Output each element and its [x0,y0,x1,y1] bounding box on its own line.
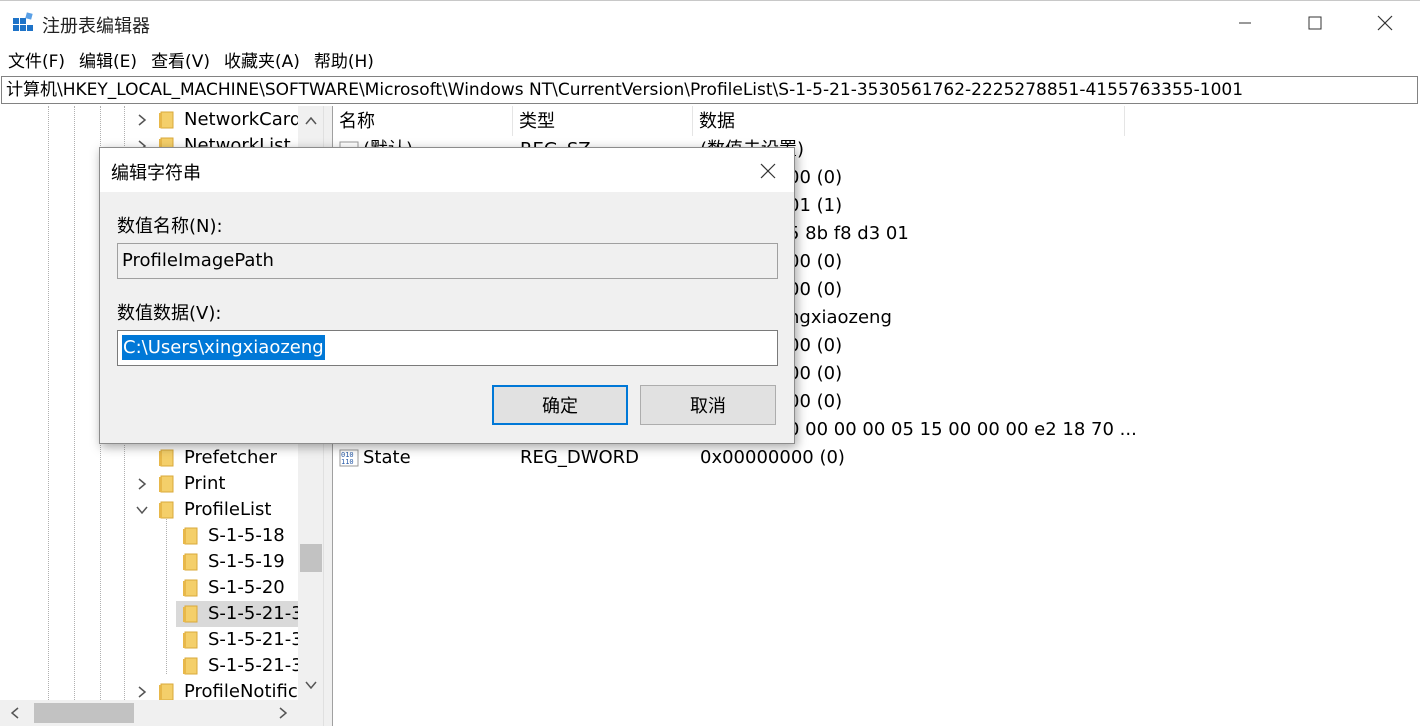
scroll-up-button[interactable] [298,108,323,134]
selected-text: C:\Users\xingxiaozeng [122,335,325,360]
tree-item-profilelist[interactable]: ProfileList [0,497,298,523]
close-button[interactable] [1350,1,1420,45]
folder-icon [183,657,198,675]
column-header-name[interactable]: 名称 [333,106,513,136]
svg-text:110: 110 [341,458,354,466]
maximize-button[interactable] [1280,1,1350,45]
close-icon [1377,15,1393,31]
tree-item-s-1-5-21[interactable]: S-1-5-21-3 [0,653,303,679]
window-title: 注册表编辑器 [42,16,150,37]
folder-icon [183,527,198,545]
tree-item-label: S-1-5-21-3 [208,603,303,624]
value-data: ngxiaozeng [788,307,892,328]
folder-icon [183,553,198,571]
value-data: 0 00 00 00 05 15 00 00 00 e2 18 70 ... [788,419,1137,440]
value-data: 00 (0) [788,391,843,412]
scroll-thumb[interactable] [34,703,134,723]
tree-item-label: S-1-5-21-3 [208,655,303,676]
column-header-data[interactable]: 数据 [693,106,1125,136]
value-data-input[interactable]: C:\Users\xingxiaozeng [117,330,778,366]
value-data-label: 数值数据(V): [117,303,222,324]
folder-icon [159,449,174,467]
tree-item-s-1-5-19[interactable]: S-1-5-19 [0,549,298,575]
chevron-down-icon [305,681,317,689]
value-data: 00 (0) [788,167,843,188]
value-data: 0x00000000 (0) [700,447,845,468]
folder-icon [183,605,198,623]
tree-item-label: S-1-5-19 [208,551,285,572]
chevron-left-icon [11,707,19,719]
tree-item-label: Print [184,473,226,494]
value-name-field: ProfileImagePath [117,243,778,279]
ok-button[interactable]: 确定 [492,385,628,425]
tree-item-s-1-5-18[interactable]: S-1-5-18 [0,523,298,549]
menu-view[interactable]: 查看(V) [151,47,210,72]
folder-icon [159,475,174,493]
tree-item-label: S-1-5-18 [208,525,285,546]
tree-item-label: S-1-5-20 [208,577,285,598]
scroll-thumb[interactable] [300,544,322,572]
value-name: State [363,447,411,468]
folder-icon [159,111,174,129]
value-name-label: 数值名称(N): [117,216,223,237]
value-data: 00 (0) [788,335,843,356]
close-icon [760,163,776,179]
chevron-down-icon[interactable] [134,497,150,523]
chevron-right-icon[interactable] [134,107,150,133]
tree-item-label: Prefetcher [184,447,277,468]
folder-open-icon [159,501,174,519]
chevron-right-icon [279,707,287,719]
registry-editor-icon [13,12,33,31]
maximize-icon [1308,16,1322,30]
address-bar[interactable]: 计算机\HKEY_LOCAL_MACHINE\SOFTWARE\Microsof… [1,76,1418,104]
tree-item-print[interactable]: Print [0,471,298,497]
folder-icon [183,631,198,649]
list-header: 名称 类型 数据 [333,106,1420,136]
value-data: 5 8b f8 d3 01 [788,223,909,244]
cancel-button[interactable]: 取消 [640,385,776,425]
menu-help[interactable]: 帮助(H) [314,47,374,72]
menu-bar: 文件(F) 编辑(E) 查看(V) 收藏夹(A) 帮助(H) [0,44,1420,74]
folder-icon [159,683,174,701]
column-header-type[interactable]: 类型 [513,106,693,136]
scroll-left-button[interactable] [2,700,28,726]
tree-item-s-1-5-21-selected[interactable]: S-1-5-21-3 [0,601,303,627]
minimize-button[interactable] [1210,1,1280,45]
tree-item-s-1-5-21[interactable]: S-1-5-21-3 [0,627,303,653]
chevron-up-icon [305,117,317,125]
value-type: REG_DWORD [520,447,640,468]
list-row-state[interactable]: 010 110 State REG_DWORD 0x00000000 (0) [333,444,1420,472]
scroll-right-button[interactable] [270,700,296,726]
title-bar: 注册表编辑器 [0,0,1420,44]
tree-item-prefetcher[interactable]: Prefetcher [0,445,298,471]
dialog-close-button[interactable] [750,156,786,186]
dialog-title-bar[interactable]: 编辑字符串 [100,148,794,192]
tree-item-label: S-1-5-21-3 [208,629,303,650]
dword-value-icon: 010110 [339,449,359,467]
scroll-down-button[interactable] [298,672,323,698]
dialog-title: 编辑字符串 [111,163,201,184]
tree-horizontal-scrollbar[interactable] [0,700,323,726]
menu-edit[interactable]: 编辑(E) [79,47,137,72]
value-data: 00 (0) [788,251,843,272]
tree-item-s-1-5-20[interactable]: S-1-5-20 [0,575,298,601]
menu-favorites[interactable]: 收藏夹(A) [224,47,300,72]
chevron-right-icon[interactable] [134,471,150,497]
folder-icon [183,579,198,597]
tree-item-networkcard[interactable]: NetworkCard [0,107,301,133]
value-data: 00 (0) [788,363,843,384]
tree-item-label: NetworkCard [184,109,302,130]
value-data: 01 (1) [788,195,843,216]
minimize-icon [1239,22,1251,24]
menu-file[interactable]: 文件(F) [8,47,65,72]
tree-item-label: ProfileList [184,499,272,520]
edit-string-dialog: 编辑字符串 数值名称(N): ProfileImagePath 数值数据(V):… [99,147,795,444]
value-data: 00 (0) [788,279,843,300]
